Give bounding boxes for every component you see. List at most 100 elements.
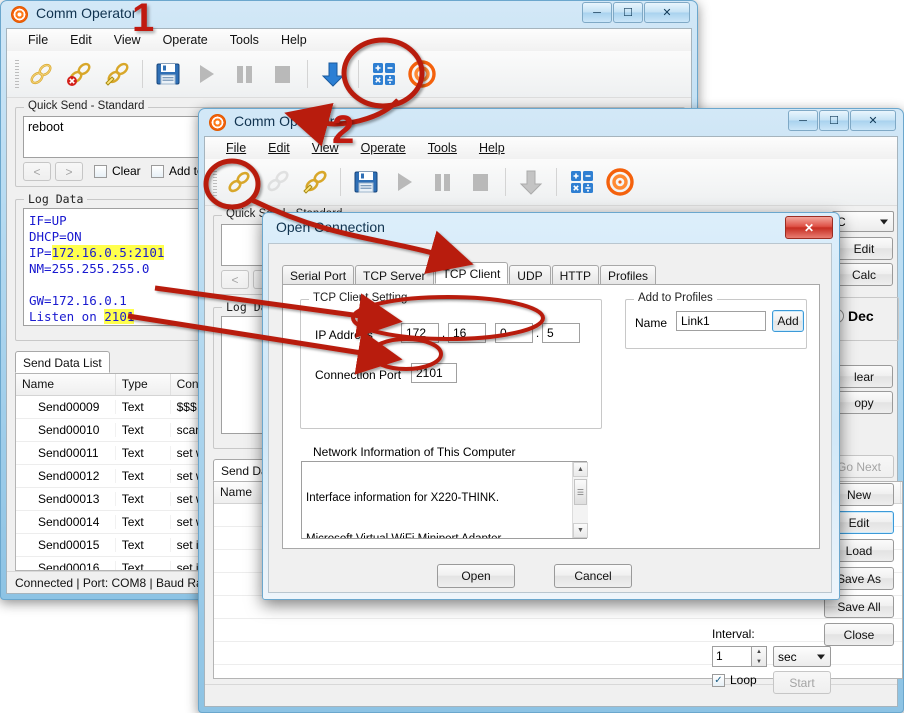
target-icon[interactable]	[404, 55, 440, 93]
minimize-button[interactable]: ─	[582, 2, 612, 23]
pause-icon[interactable]	[226, 55, 262, 93]
save-icon[interactable]	[348, 163, 384, 201]
edit-connection-icon[interactable]	[297, 163, 333, 201]
interval-input[interactable]: 1	[712, 646, 752, 667]
interval-unit-combo[interactable]: sec	[773, 646, 831, 667]
window1-titlebar[interactable]: Comm Operator ─ ☐ ✕	[0, 0, 698, 28]
add-to-list-checkbox[interactable]	[151, 164, 164, 178]
pause-icon[interactable]	[424, 163, 460, 201]
dialog-title: Open Connection	[276, 219, 385, 235]
stop-icon[interactable]	[462, 163, 498, 201]
tab-tcp-client[interactable]: TCP Client	[434, 262, 509, 284]
close-button[interactable]: ✕	[644, 2, 690, 23]
scroll-down-icon[interactable]: ▼	[573, 523, 588, 538]
dialog-titlebar[interactable]: Open Connection ✕	[263, 213, 839, 243]
quick-send-prev-button[interactable]: <	[221, 270, 249, 289]
menu-help[interactable]: Help	[468, 139, 516, 157]
connect-icon[interactable]	[23, 55, 59, 93]
tab-send-data-list[interactable]: Send Data List	[15, 351, 110, 373]
col-name[interactable]: Name	[16, 374, 116, 395]
tab-tcp-server[interactable]: TCP Server	[355, 265, 434, 284]
window1-send-list-tabstrip[interactable]: Send Data List	[15, 351, 111, 373]
edit-button[interactable]: Edit	[835, 237, 893, 260]
dialog-close-button[interactable]: ✕	[785, 216, 833, 239]
play-icon[interactable]	[386, 163, 422, 201]
network-info-scrollbar[interactable]: ▲ ☰ ▼	[572, 462, 588, 538]
open-connection-dialog[interactable]: Open Connection ✕ Serial Port TCP Server…	[262, 212, 840, 600]
quick-send-prev-button[interactable]: <	[23, 162, 51, 181]
scroll-up-icon[interactable]: ▲	[573, 462, 588, 477]
spinner-down-icon[interactable]: ▼	[752, 657, 766, 666]
window2-titlebar[interactable]: Comm Operator ─ ☐ ✕	[198, 108, 904, 136]
tab-profiles[interactable]: Profiles	[599, 265, 656, 284]
tab-udp[interactable]: UDP	[509, 265, 551, 284]
copy-button[interactable]: opy	[835, 391, 893, 414]
format-combo[interactable]: C	[832, 211, 894, 232]
disconnect-icon[interactable]	[61, 55, 97, 93]
tab-serial-port[interactable]: Serial Port	[282, 265, 355, 284]
maximize-button[interactable]: ☐	[819, 110, 849, 131]
clear-checkbox[interactable]	[94, 164, 107, 178]
close-button[interactable]: ✕	[850, 110, 896, 131]
minimize-button[interactable]: ─	[788, 110, 818, 131]
window2-menubar[interactable]: File Edit View Operate Tools Help	[205, 137, 897, 160]
calculator-icon[interactable]	[564, 163, 600, 201]
tab-http[interactable]: HTTP	[551, 265, 599, 284]
clear-button[interactable]: lear	[835, 365, 893, 388]
loop-checkbox[interactable]: ✓	[712, 673, 725, 687]
quick-send-next-button[interactable]: >	[55, 162, 83, 181]
cancel-button[interactable]: Cancel	[554, 564, 632, 588]
target-icon[interactable]	[602, 163, 638, 201]
cell-name: Send00010	[16, 423, 116, 437]
disconnect-icon[interactable]	[259, 163, 295, 201]
dialog-tabstrip[interactable]: Serial Port TCP Server TCP Client UDP HT…	[282, 262, 657, 284]
ip-dot: .	[441, 326, 446, 340]
spinner-up-icon[interactable]: ▲	[752, 647, 766, 657]
ip-octet-4[interactable]: 5	[542, 323, 580, 343]
window2-window-controls[interactable]: ─ ☐ ✕	[788, 110, 896, 131]
maximize-button[interactable]: ☐	[613, 2, 643, 23]
ip-octet-2[interactable]: 16	[448, 323, 486, 343]
menu-file[interactable]: File	[215, 139, 257, 157]
menu-edit[interactable]: Edit	[59, 31, 103, 49]
menu-operate[interactable]: Operate	[152, 31, 219, 49]
calc-button[interactable]: Calc	[835, 263, 893, 286]
window2-toolbar[interactable]	[205, 159, 897, 206]
interval-spinner[interactable]: ▲ ▼	[752, 646, 767, 667]
ip-octet-1[interactable]: 172	[401, 323, 439, 343]
play-icon[interactable]	[188, 55, 224, 93]
stop-icon[interactable]	[264, 55, 300, 93]
window1-window-controls[interactable]: ─ ☐ ✕	[582, 2, 690, 23]
open-button[interactable]: Open	[437, 564, 515, 588]
profile-name-input[interactable]: Link1	[676, 311, 766, 331]
down-arrow-icon[interactable]	[315, 55, 351, 93]
toolbar-grip[interactable]	[15, 60, 19, 88]
start-button[interactable]: Start	[773, 671, 831, 694]
log-data-label: Log Data	[24, 192, 88, 206]
menu-help[interactable]: Help	[270, 31, 318, 49]
scrollbar-thumb[interactable]: ☰	[574, 479, 587, 505]
calculator-icon[interactable]	[366, 55, 402, 93]
clear-label: Clear	[112, 164, 141, 178]
ip-octet-3[interactable]: 0	[495, 323, 533, 343]
window1-menubar[interactable]: File Edit View Operate Tools Help	[7, 29, 691, 52]
save-icon[interactable]	[150, 55, 186, 93]
toolbar-grip[interactable]	[213, 168, 217, 196]
connection-port-input[interactable]: 2101	[411, 363, 457, 383]
menu-file[interactable]: File	[17, 31, 59, 49]
loop-row: ✓ Loop	[712, 673, 757, 687]
col-type[interactable]: Type	[116, 374, 171, 395]
connect-icon[interactable]	[221, 163, 257, 201]
window1-toolbar[interactable]	[7, 51, 691, 98]
menu-edit[interactable]: Edit	[257, 139, 301, 157]
menu-tools[interactable]: Tools	[417, 139, 468, 157]
app-logo-icon	[209, 114, 226, 131]
edit-connection-icon[interactable]	[99, 55, 135, 93]
ip-address-field[interactable]: 172 . 16 . 0 . 5	[401, 323, 580, 343]
menu-tools[interactable]: Tools	[219, 31, 270, 49]
network-info-textarea[interactable]: Interface information for X220-THINK. Mi…	[301, 461, 587, 539]
menu-operate[interactable]: Operate	[350, 139, 417, 157]
add-profile-button[interactable]: Add	[772, 310, 804, 332]
down-arrow-icon[interactable]	[513, 163, 549, 201]
close-button-panel[interactable]: Close	[824, 623, 894, 646]
